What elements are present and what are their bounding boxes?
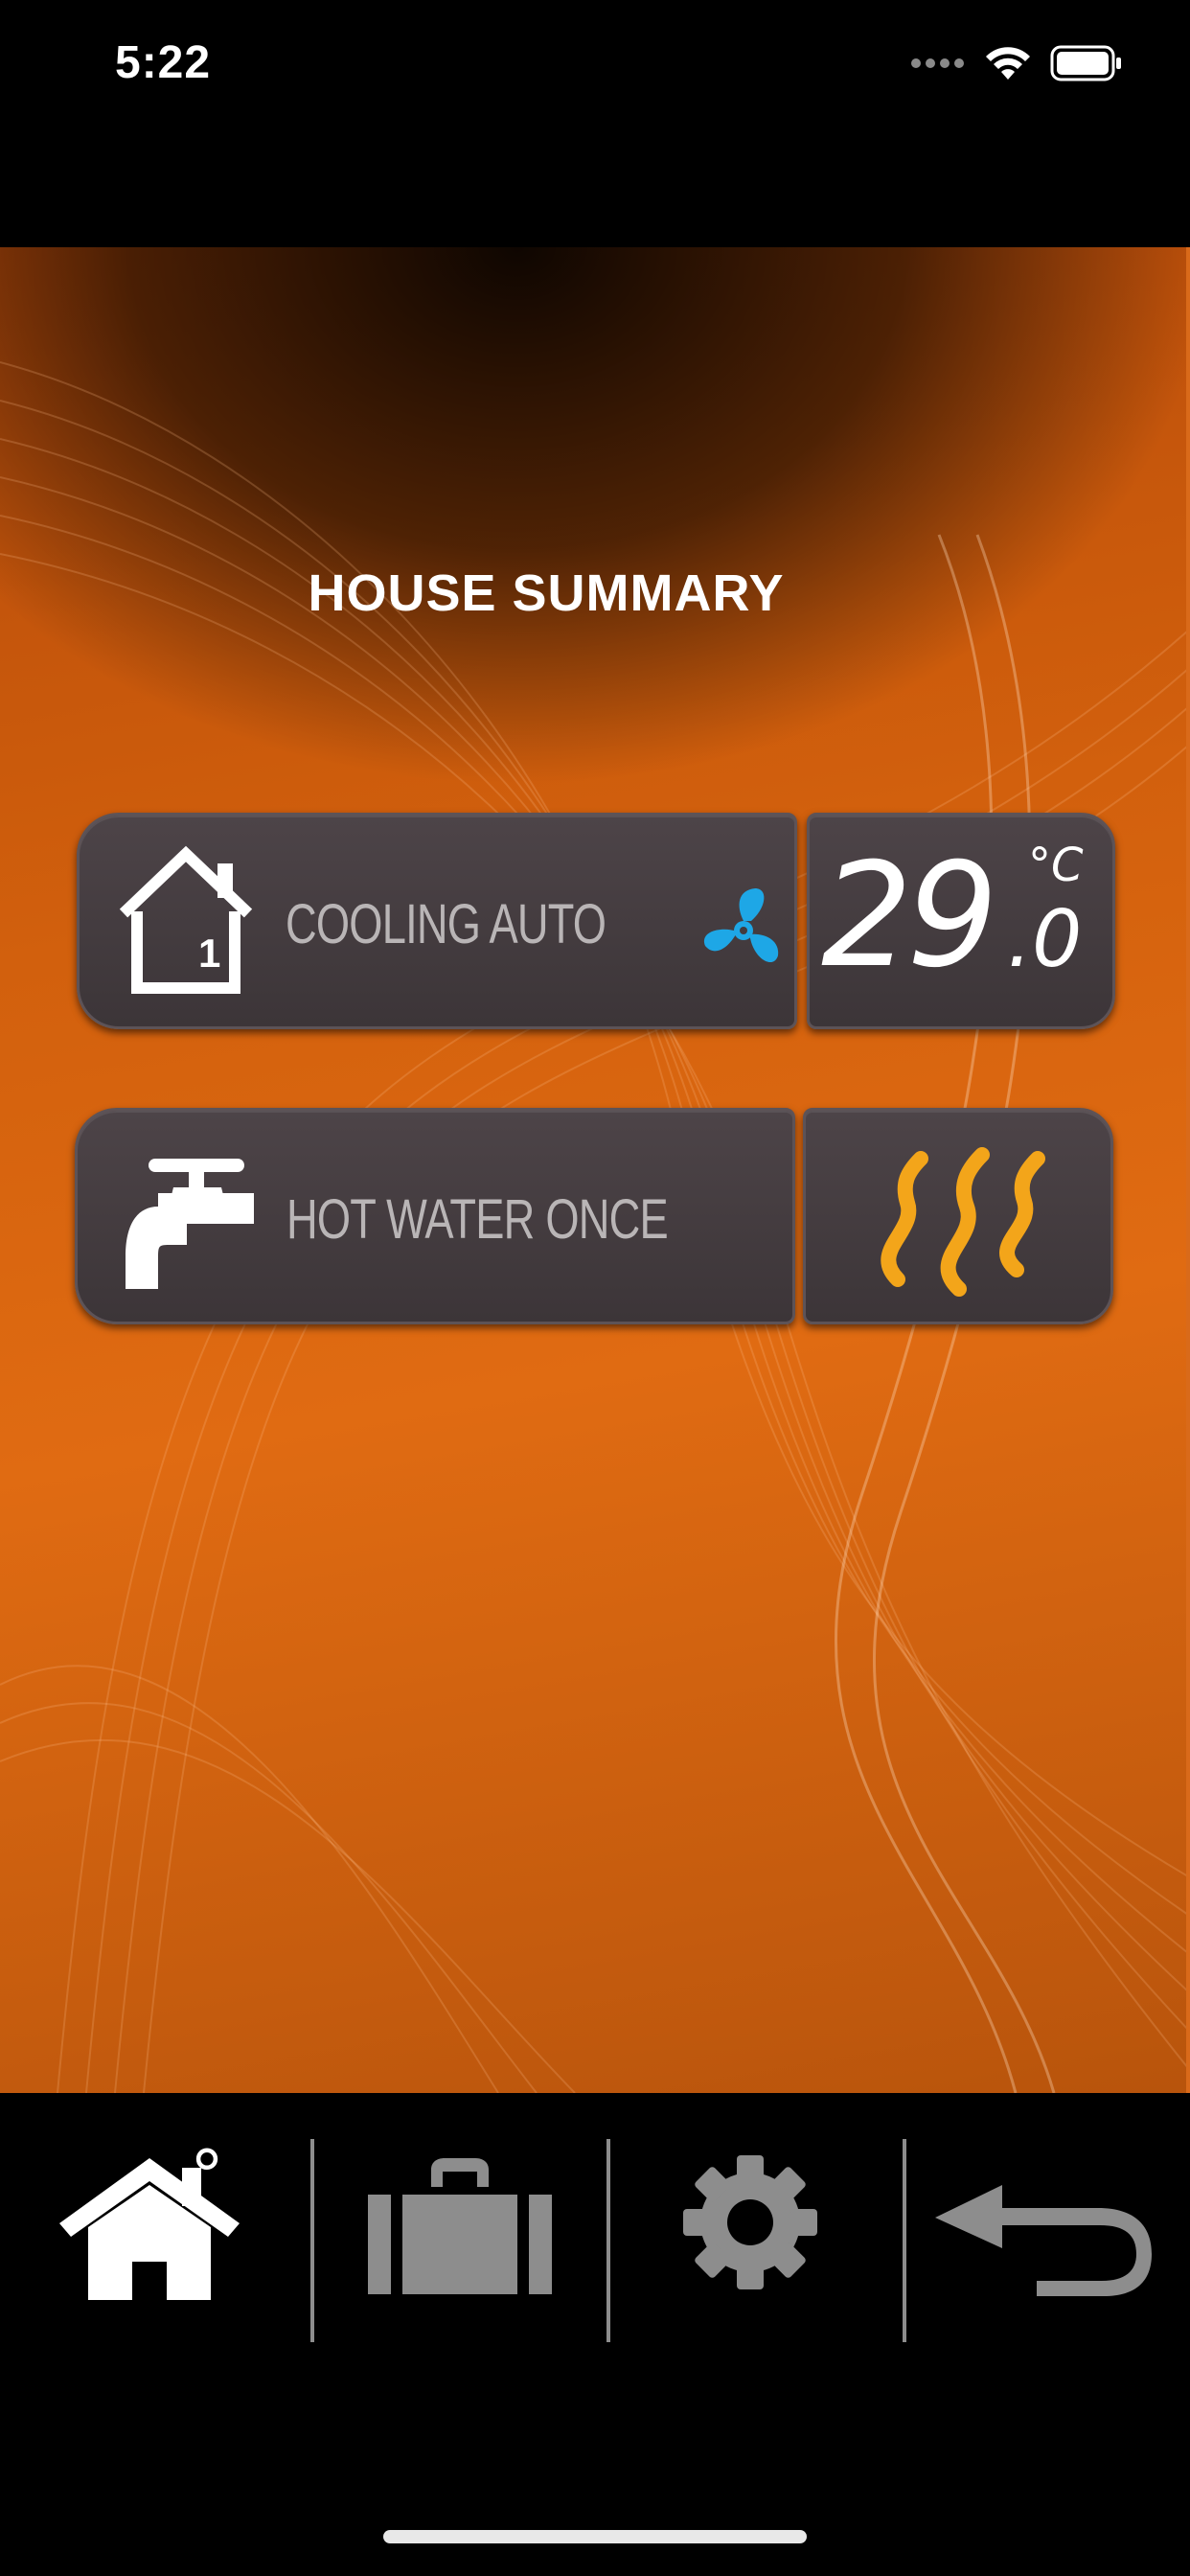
home-badge: ° xyxy=(190,2135,224,2216)
house-zone-1-icon xyxy=(119,845,253,994)
zone-1-mode-label: COOLING AUTO xyxy=(286,893,606,955)
temperature-decimal: .0 xyxy=(1007,894,1083,985)
fan-icon xyxy=(703,888,779,963)
home-indicator[interactable] xyxy=(383,2530,807,2543)
screen: 5:22 HOUSE SUMMARY 1 COOLING AUTO 29 °C … xyxy=(0,0,1190,2576)
tap-icon xyxy=(126,1159,254,1289)
heat-waves-icon xyxy=(881,1147,1045,1297)
hot-water-mode-panel[interactable]: HOT WATER ONCE xyxy=(75,1108,795,1324)
nav-settings[interactable] xyxy=(613,2150,901,2342)
status-icons xyxy=(910,42,1123,84)
hot-water-mode-label: HOT WATER ONCE xyxy=(286,1188,669,1251)
nav-divider xyxy=(310,2139,314,2342)
zone-1-temperature-panel[interactable]: 29 °C .0 xyxy=(807,813,1115,1029)
wifi-icon xyxy=(986,47,1030,80)
temperature-unit: °C xyxy=(1028,839,1084,892)
edge-line xyxy=(1186,247,1190,2093)
page-title: HOUSE SUMMARY xyxy=(308,564,785,622)
nav-home[interactable]: ° xyxy=(0,2135,287,2342)
signal-dots-icon xyxy=(911,58,964,68)
nav-back[interactable] xyxy=(910,2150,1190,2342)
status-bar: 5:22 xyxy=(0,0,1190,134)
back-arrow-icon xyxy=(935,2185,1152,2296)
nav-divider xyxy=(606,2139,610,2342)
hot-water-status-panel[interactable] xyxy=(803,1108,1113,1324)
battery-icon xyxy=(1050,45,1121,81)
bottom-nav: ° xyxy=(0,2093,1190,2400)
nav-divider xyxy=(903,2139,906,2342)
nav-briefcase[interactable] xyxy=(316,2150,604,2342)
briefcase-icon xyxy=(368,2158,552,2294)
zone-1-mode-panel[interactable]: 1 COOLING AUTO xyxy=(77,813,797,1029)
zone-number: 1 xyxy=(198,931,221,976)
status-time: 5:22 xyxy=(115,37,212,88)
gear-icon xyxy=(683,2155,817,2289)
temperature-value: 29 xyxy=(821,833,998,1000)
